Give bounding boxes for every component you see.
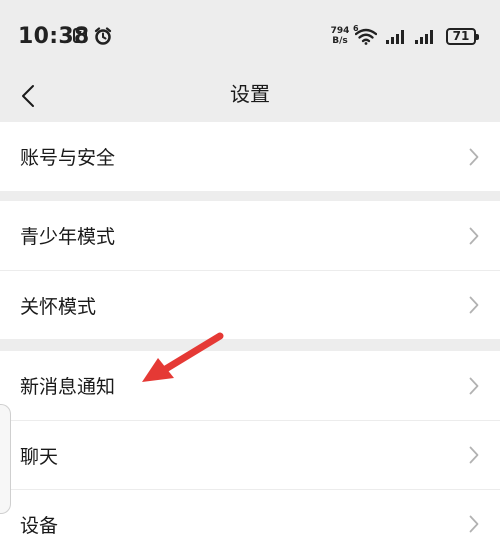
settings-group-general: 新消息通知 聊天 设备 bbox=[0, 351, 500, 558]
settings-item-label: 青少年模式 bbox=[20, 226, 116, 248]
status-bar: 10:38 794 B/s 6 71 bbox=[0, 0, 500, 76]
chevron-right-icon bbox=[469, 446, 479, 464]
network-speed-value: 794 bbox=[330, 26, 350, 36]
settings-item-account-security[interactable]: 账号与安全 bbox=[0, 122, 500, 191]
floating-side-handle[interactable] bbox=[0, 404, 11, 514]
settings-item-new-message-notifications[interactable]: 新消息通知 bbox=[0, 351, 500, 420]
settings-item-label: 账号与安全 bbox=[20, 147, 116, 169]
alarm-icon bbox=[94, 27, 112, 45]
settings-item-label: 新消息通知 bbox=[20, 376, 116, 398]
settings-item-device[interactable]: 设备 bbox=[0, 489, 500, 558]
chevron-right-icon bbox=[469, 227, 479, 244]
chevron-right-icon bbox=[469, 515, 479, 533]
settings-group-account: 账号与安全 bbox=[0, 122, 500, 191]
navigation-bar: 设置 bbox=[0, 76, 500, 120]
chevron-right-icon bbox=[469, 296, 479, 314]
network-speed: 794 B/s bbox=[328, 26, 352, 46]
signal-icon-sim1 bbox=[386, 30, 404, 44]
chevron-right-icon bbox=[469, 377, 479, 394]
settings-item-label: 关怀模式 bbox=[20, 295, 97, 318]
settings-item-chat[interactable]: 聊天 bbox=[0, 420, 500, 489]
nfc-icon bbox=[73, 28, 87, 43]
network-speed-unit: B/s bbox=[332, 36, 348, 46]
signal-icon-sim2 bbox=[415, 30, 433, 44]
settings-item-label: 设备 bbox=[20, 514, 59, 537]
chevron-right-icon bbox=[469, 148, 479, 165]
settings-item-care-mode[interactable]: 关怀模式 bbox=[0, 270, 500, 339]
battery-icon: 71 bbox=[446, 28, 479, 45]
wifi-icon bbox=[355, 28, 377, 45]
settings-item-label: 聊天 bbox=[20, 445, 59, 468]
page-title: 设置 bbox=[230, 82, 270, 106]
settings-item-teen-mode[interactable]: 青少年模式 bbox=[0, 201, 500, 270]
settings-group-modes: 青少年模式 关怀模式 bbox=[0, 201, 500, 339]
red-arrow-annotation bbox=[142, 332, 224, 382]
